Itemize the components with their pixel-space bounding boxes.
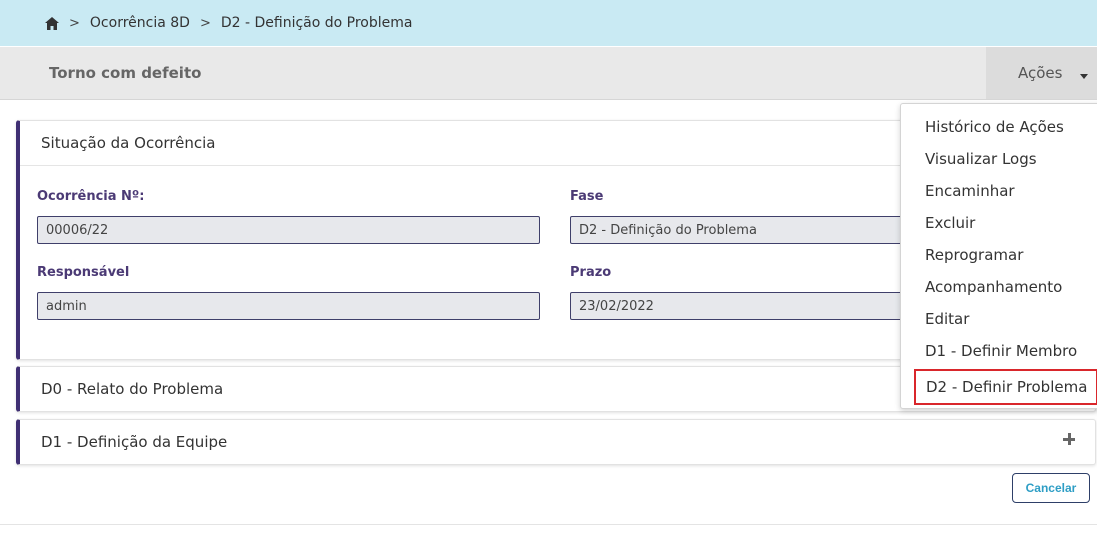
menu-item-editar[interactable]: Editar [901,303,1097,335]
ocorrencia-label: Ocorrência Nº: [37,189,145,204]
menu-item-historico[interactable]: Histórico de Ações [901,111,1097,143]
responsavel-label: Responsável [37,265,130,280]
d1-panel-title: D1 - Definição da Equipe [41,433,228,451]
d0-panel-title: D0 - Relato do Problema [41,380,224,398]
menu-item-d2-definir-problema[interactable]: D2 - Definir Problema [914,369,1097,405]
footer-divider [0,524,1097,525]
situacao-panel-title: Situação da Ocorrência [41,134,216,152]
menu-item-encaminhar[interactable]: Encaminhar [901,175,1097,207]
caret-down-icon [1080,73,1089,79]
actions-button[interactable]: Ações [986,47,1097,99]
breadcrumb: > Ocorrência 8D > D2 - Definição do Prob… [0,0,1097,46]
menu-item-excluir[interactable]: Excluir [901,207,1097,239]
d1-panel[interactable]: D1 - Definição da Equipe [16,419,1096,465]
breadcrumb-item-ocorrencia[interactable]: Ocorrência 8D [90,15,190,31]
menu-item-visualizar-logs[interactable]: Visualizar Logs [901,143,1097,175]
fase-label: Fase [570,189,604,204]
menu-item-d1-definir-membro[interactable]: D1 - Definir Membro [901,335,1097,367]
actions-dropdown-menu: Histórico de Ações Visualizar Logs Encam… [900,103,1097,409]
responsavel-field: admin [37,292,540,320]
cancel-button[interactable]: Cancelar [1012,473,1090,503]
responsavel-value: admin [46,298,87,314]
home-icon[interactable] [45,16,59,30]
page-title: Torno com defeito [49,64,202,82]
breadcrumb-separator: > [69,15,80,31]
menu-item-reprogramar[interactable]: Reprogramar [901,239,1097,271]
plus-icon[interactable] [1063,433,1075,445]
prazo-value: 23/02/2022 [579,298,654,314]
prazo-label: Prazo [570,265,612,280]
menu-item-acompanhamento[interactable]: Acompanhamento [901,271,1097,303]
breadcrumb-separator: > [199,15,211,31]
d1-panel-header[interactable]: D1 - Definição da Equipe [20,420,1095,464]
breadcrumb-item-current: D2 - Definição do Problema [220,15,413,31]
page-header: Torno com defeito Ações [0,47,1097,100]
fase-value: D2 - Definição do Problema [579,222,757,238]
ocorrencia-field: 00006/22 [37,216,540,244]
actions-label: Ações [1018,64,1063,82]
ocorrencia-value: 00006/22 [46,222,109,238]
